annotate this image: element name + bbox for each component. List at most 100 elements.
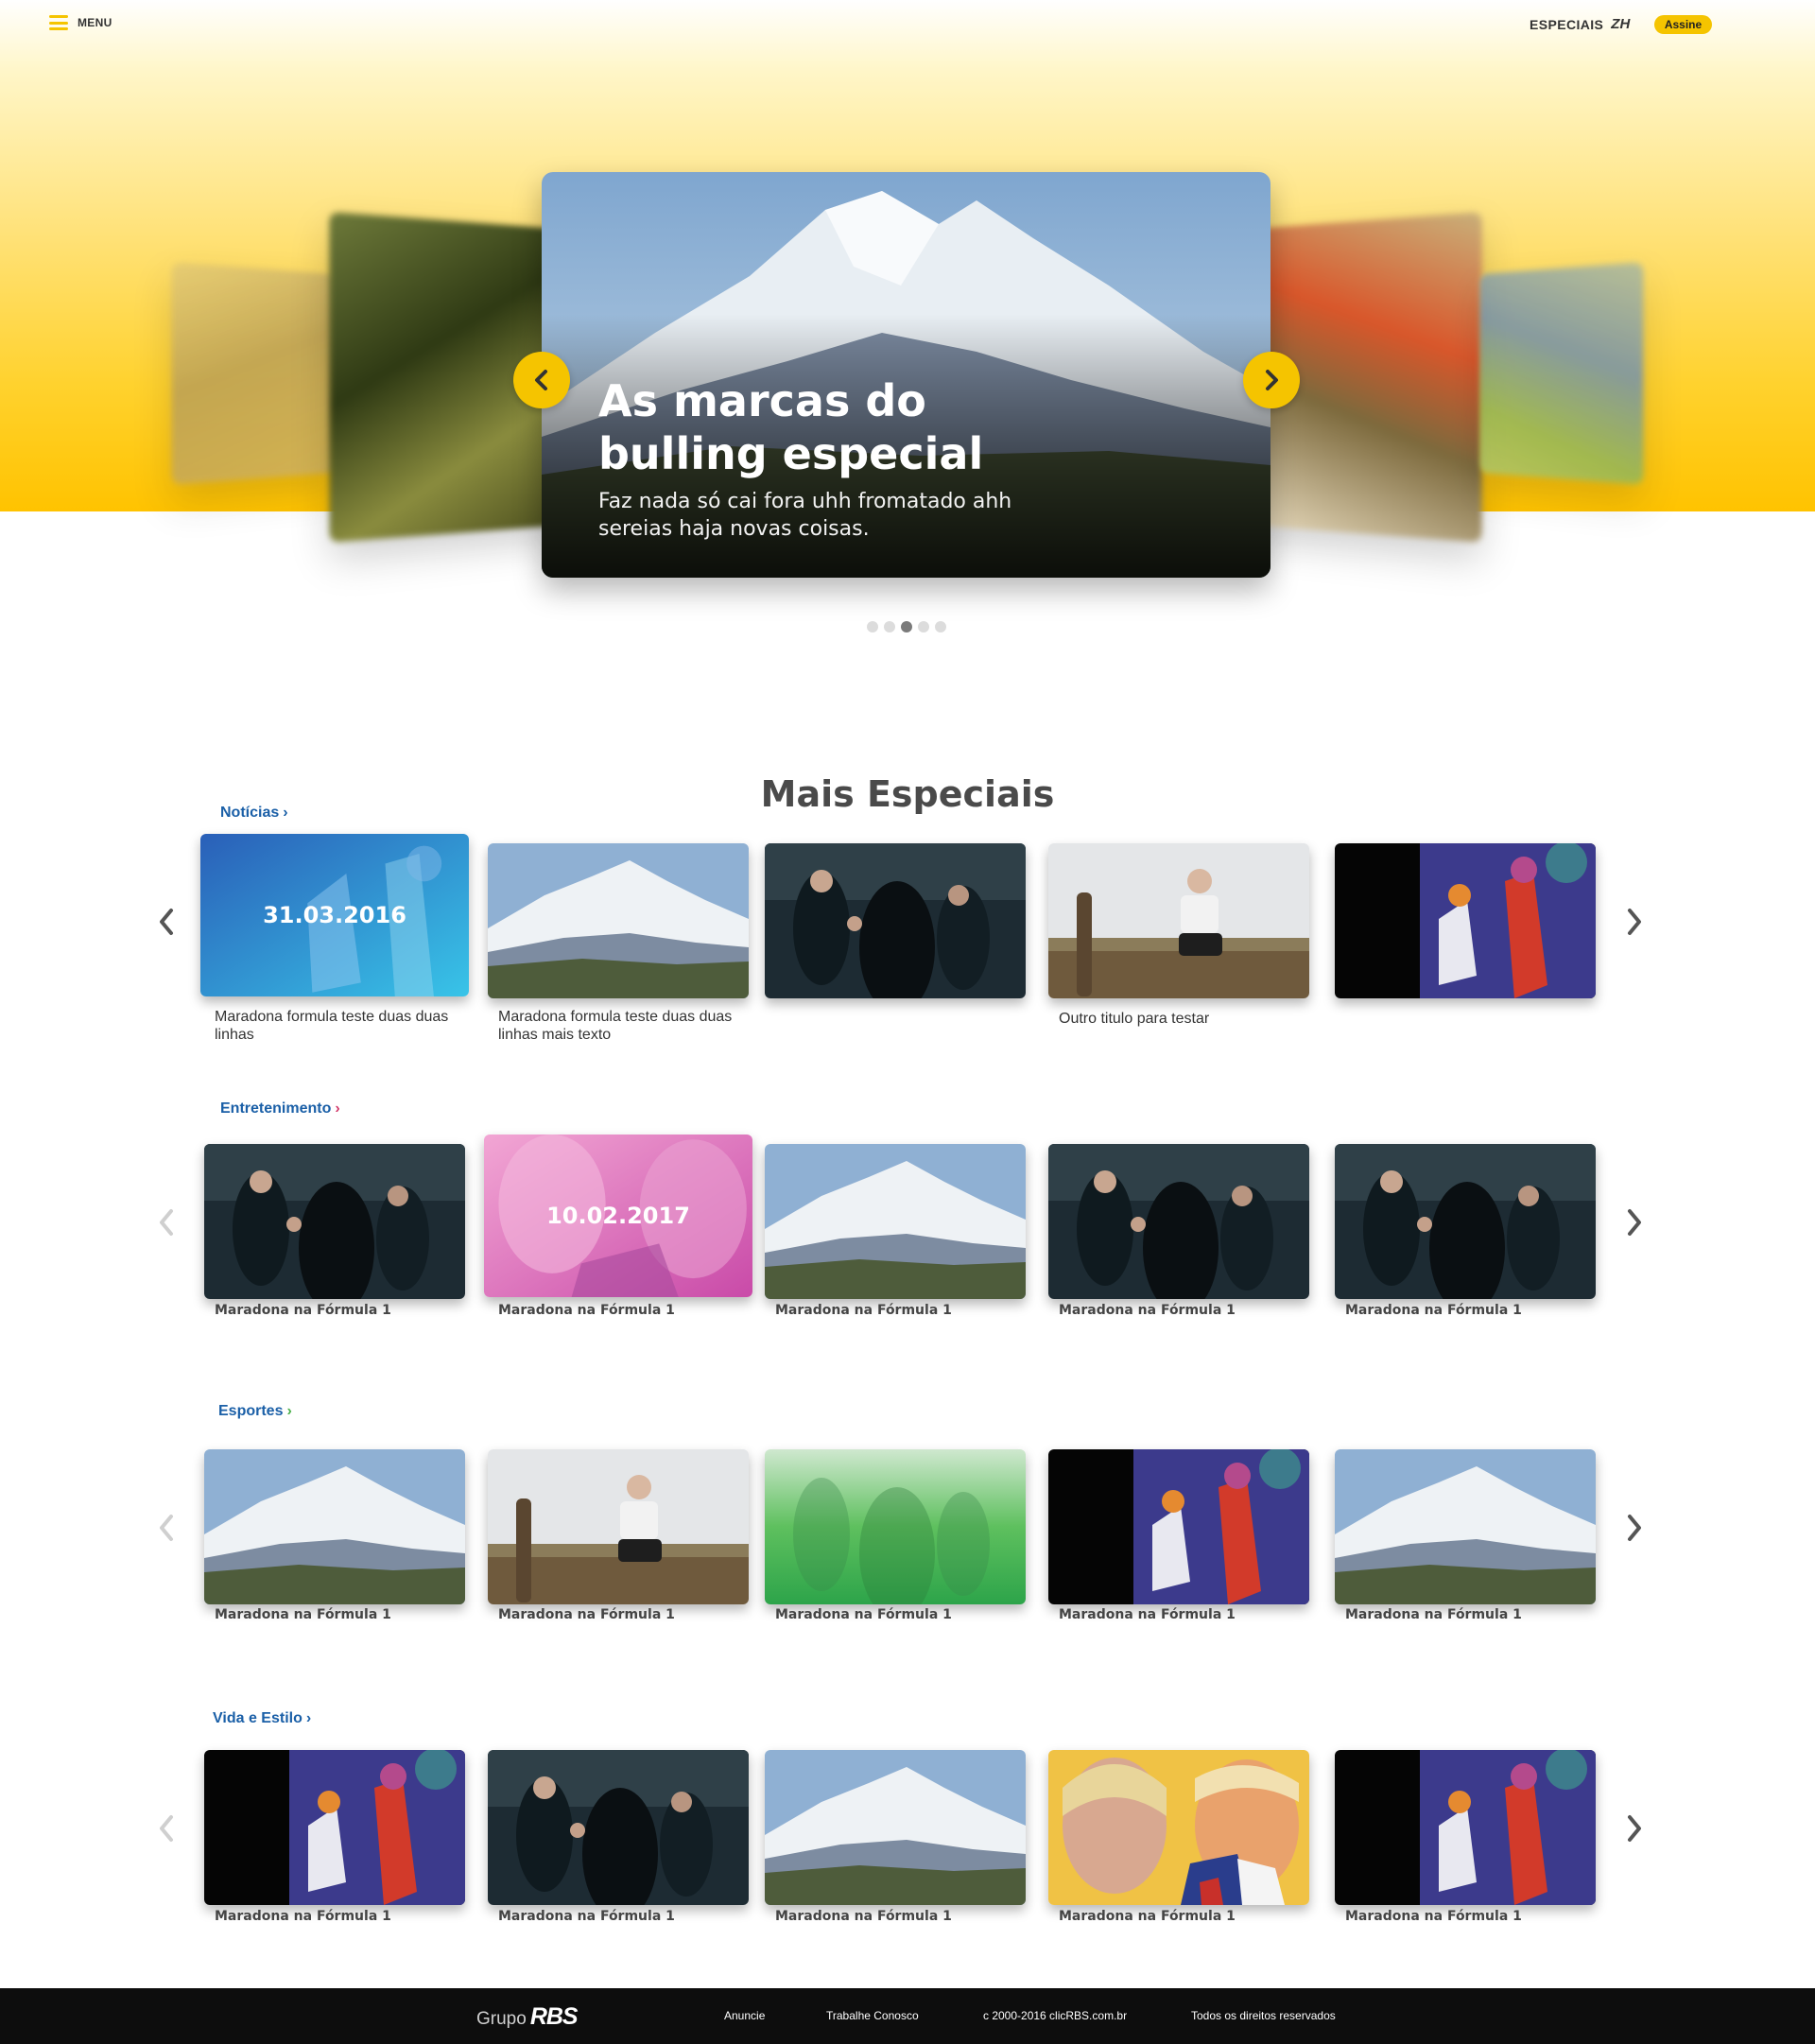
carousel-dot[interactable] [867, 621, 878, 632]
row-prev-button[interactable] [152, 1204, 181, 1241]
card-caption[interactable]: Outro titulo para testar [1059, 1010, 1323, 1028]
carousel-main-card[interactable]: As marcas do bulling especial Faz nada s… [542, 172, 1270, 578]
special-card[interactable] [1048, 1449, 1309, 1604]
card-caption[interactable]: Maradona na Fórmula 1 [1345, 1607, 1522, 1622]
hero-title[interactable]: As marcas do bulling especial [598, 374, 1090, 480]
special-card[interactable] [488, 843, 749, 998]
card-caption[interactable]: Maradona formula teste duas duas linhas … [498, 1008, 763, 1044]
chevron-left-icon [160, 1815, 173, 1842]
special-card[interactable] [765, 1449, 1026, 1604]
category-link[interactable]: Entretenimento › [220, 1100, 340, 1117]
row-next-button[interactable] [1620, 1204, 1649, 1241]
row-next-button[interactable] [1620, 903, 1649, 941]
footer-link-trabalhe[interactable]: Trabalhe Conosco [826, 2009, 919, 2022]
carousel-dot-active[interactable] [901, 621, 912, 632]
subscribe-button[interactable]: Assine [1654, 15, 1712, 34]
thumbnail-image [204, 1144, 465, 1299]
card-caption[interactable]: Maradona na Fórmula 1 [775, 1607, 952, 1622]
footer-link-anuncie[interactable]: Anuncie [724, 2009, 765, 2022]
category-link[interactable]: Notícias › [220, 805, 288, 822]
category-label: Notícias [220, 805, 280, 821]
card-caption[interactable]: Maradona na Fórmula 1 [1345, 1303, 1522, 1318]
zh-logo: ZH [1611, 16, 1631, 32]
brand-text: ESPECIAIS [1530, 16, 1604, 32]
carousel-dot[interactable] [884, 621, 895, 632]
footer-rights: Todos os direitos reservados [1191, 2009, 1336, 2022]
menu-button[interactable]: MENU [49, 15, 112, 30]
special-card[interactable]: 31.03.2016 [200, 834, 469, 996]
special-card[interactable] [488, 1449, 749, 1604]
chevron-right-icon: › [305, 1710, 312, 1726]
brand[interactable]: ESPECIAIS ZH [1530, 16, 1630, 32]
special-card[interactable] [1048, 1144, 1309, 1299]
row-prev-button[interactable] [152, 1810, 181, 1847]
thumbnail-image [1335, 1750, 1596, 1905]
category-label: Esportes [218, 1403, 284, 1419]
chevron-left-icon [160, 1209, 173, 1236]
special-card[interactable] [204, 1750, 465, 1905]
special-card[interactable] [1335, 1144, 1596, 1299]
thumbnail-image [1335, 1449, 1596, 1604]
thumbnail-image [765, 843, 1026, 998]
thumbnail-image [488, 1449, 749, 1604]
chevron-right-icon [1628, 1209, 1641, 1236]
carousel-dot[interactable] [935, 621, 946, 632]
card-caption[interactable]: Maradona na Fórmula 1 [498, 1607, 675, 1622]
card-caption[interactable]: Maradona na Fórmula 1 [215, 1909, 391, 1924]
card-caption[interactable]: Maradona na Fórmula 1 [498, 1303, 675, 1318]
chevron-right-icon [1628, 1515, 1641, 1541]
special-card[interactable]: 10.02.2017 [484, 1135, 752, 1297]
row-prev-button[interactable] [152, 1509, 181, 1547]
card-caption[interactable]: Maradona na Fórmula 1 [775, 1303, 952, 1318]
special-card[interactable] [1335, 843, 1596, 998]
card-caption[interactable]: Maradona na Fórmula 1 [1059, 1303, 1236, 1318]
card-date: 31.03.2016 [263, 902, 406, 928]
thumbnail-image [204, 1449, 465, 1604]
carousel-card-far-left[interactable] [171, 262, 336, 485]
special-card[interactable] [765, 1750, 1026, 1905]
special-card[interactable] [1048, 1750, 1309, 1905]
footer-logo[interactable]: Grupo RBS [476, 2003, 579, 2031]
card-caption[interactable]: Maradona formula teste duas duas linhas [215, 1008, 479, 1044]
row-prev-button[interactable] [152, 903, 181, 941]
carousel-prev-button[interactable] [513, 352, 570, 408]
row-next-button[interactable] [1620, 1810, 1649, 1847]
chevron-left-icon [160, 909, 173, 935]
carousel-dots [867, 621, 946, 632]
card-caption[interactable]: Maradona na Fórmula 1 [775, 1909, 952, 1924]
chevron-left-icon [160, 1515, 173, 1541]
special-card[interactable] [1335, 1750, 1596, 1905]
thumbnail-image [1048, 1750, 1309, 1905]
carousel-card-far-right[interactable] [1479, 262, 1644, 485]
special-card[interactable] [1048, 843, 1309, 998]
footer-copyright: c 2000-2016 clicRBS.com.br [983, 2009, 1128, 2022]
hamburger-icon [49, 15, 68, 30]
special-card[interactable] [765, 1144, 1026, 1299]
thumbnail-image [1048, 843, 1309, 998]
carousel-next-button[interactable] [1243, 352, 1300, 408]
special-card[interactable] [1335, 1449, 1596, 1604]
thumbnail-image [488, 843, 749, 998]
carousel-dot[interactable] [918, 621, 929, 632]
category-link[interactable]: Esportes › [218, 1403, 292, 1420]
chevron-right-icon [1628, 1815, 1641, 1842]
card-caption[interactable]: Maradona na Fórmula 1 [215, 1607, 391, 1622]
category-label: Entretenimento [220, 1100, 332, 1117]
hero-subtitle: Faz nada só cai fora uhh fromatado ahh s… [598, 490, 1012, 541]
special-card[interactable] [204, 1449, 465, 1604]
card-caption[interactable]: Maradona na Fórmula 1 [1059, 1909, 1236, 1924]
footer: Grupo RBS Anuncie Trabalhe Conosco c 200… [0, 1988, 1815, 2044]
chevron-right-icon: › [283, 805, 288, 821]
row-next-button[interactable] [1620, 1509, 1649, 1547]
thumbnail-image [765, 1750, 1026, 1905]
card-caption[interactable]: Maradona na Fórmula 1 [215, 1303, 391, 1318]
special-card[interactable] [204, 1144, 465, 1299]
card-caption[interactable]: Maradona na Fórmula 1 [1345, 1909, 1522, 1924]
thumbnail-image [1048, 1449, 1309, 1604]
special-card[interactable] [765, 843, 1026, 998]
special-card[interactable] [488, 1750, 749, 1905]
card-caption[interactable]: Maradona na Fórmula 1 [498, 1909, 675, 1924]
chevron-right-icon: › [286, 1403, 292, 1419]
category-link[interactable]: Vida e Estilo › [213, 1710, 311, 1727]
card-caption[interactable]: Maradona na Fórmula 1 [1059, 1607, 1236, 1622]
